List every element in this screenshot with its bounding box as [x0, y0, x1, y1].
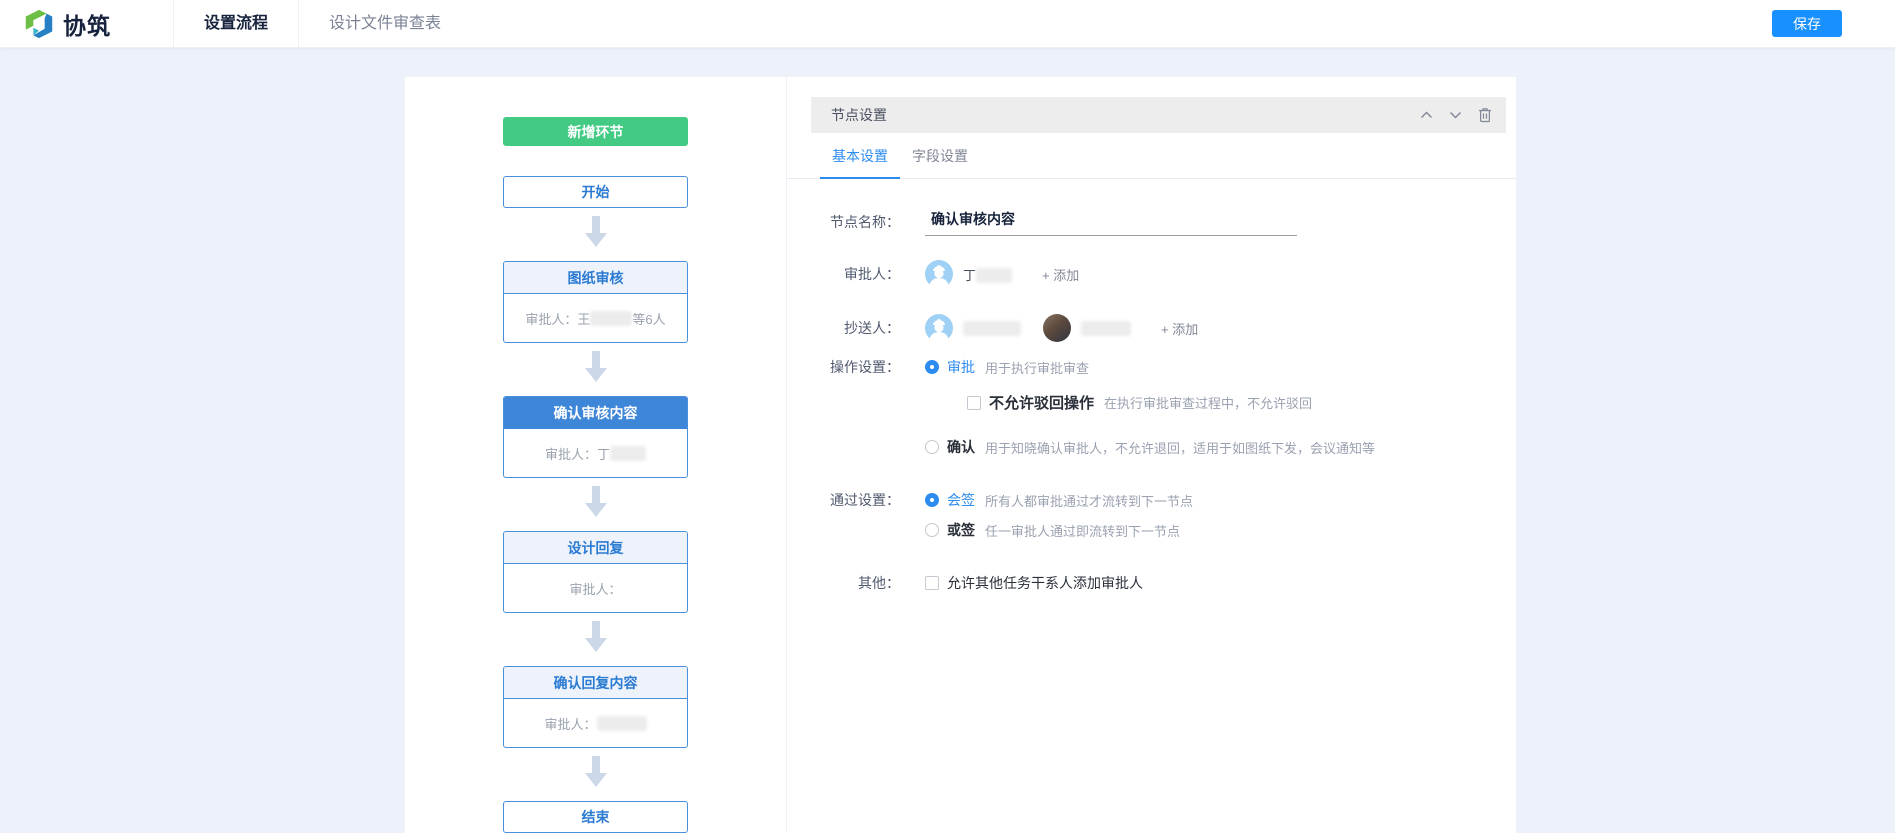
checkbox-no-reject-label[interactable]: 不允许驳回操作: [989, 392, 1094, 413]
node-settings-panel: 节点设置 基本设置 字段设置: [787, 77, 1516, 833]
flow-node-approver: 审批人：: [504, 699, 687, 747]
redacted-name: [976, 268, 1012, 283]
radio-approve-hint: 用于执行审批审查: [985, 358, 1089, 377]
flow-node-confirm-review[interactable]: 确认审核内容 审批人：丁: [503, 396, 688, 478]
radio-any-sign-label[interactable]: 或签: [947, 520, 975, 540]
redacted-name: [1081, 321, 1131, 336]
radio-all-sign-hint: 所有人都审批通过才流转到下一节点: [985, 491, 1193, 510]
operation-approve-row: 操作设置： 审批 用于执行审批审查: [787, 357, 1089, 377]
radio-all-sign[interactable]: [925, 493, 939, 507]
checkbox-no-reject-hint: 在执行审批审查过程中，不允许驳回: [1104, 393, 1312, 412]
approver-row: 审批人： 丁 + 添加: [787, 260, 1079, 288]
radio-approve-label[interactable]: 审批: [947, 357, 975, 377]
flow-arrow-down-icon: [585, 486, 607, 523]
cc-name: [1081, 321, 1131, 336]
cc-avatar[interactable]: [925, 314, 953, 342]
approver-avatar[interactable]: [925, 260, 953, 288]
operation-label: 操作设置：: [787, 357, 900, 377]
checkbox-allow-add-approver[interactable]: [925, 576, 939, 590]
cc-name: [963, 321, 1021, 336]
app-logo[interactable]: 协筑: [0, 0, 173, 47]
tab-field-settings[interactable]: 字段设置: [900, 133, 980, 178]
cc-avatar-photo[interactable]: [1043, 314, 1071, 342]
flow-node-approver: 审批人：王等6人: [504, 294, 687, 342]
flowchart-panel: 新增环节 开始 图纸审核 审批人：王等6人 确认审核内容 审批人：丁 设计回复 …: [405, 77, 786, 833]
approver-label: 审批人：: [787, 264, 900, 284]
flow-node-design-reply[interactable]: 设计回复 审批人：: [503, 531, 688, 613]
flow-node-drawing-review[interactable]: 图纸审核 审批人：王等6人: [503, 261, 688, 343]
checkbox-no-reject[interactable]: [967, 396, 981, 410]
pass-allsign-row: 通过设置： 会签 所有人都审批通过才流转到下一节点: [787, 490, 1193, 510]
no-reject-row: 不允许驳回操作 在执行审批审查过程中，不允许驳回: [787, 392, 1312, 413]
flow-arrow-down-icon: [585, 756, 607, 793]
operation-confirm-row: 确认 用于知晓确认审批人，不允许退回，适用于如图纸下发，会议通知等: [787, 437, 1375, 457]
flow-node-confirm-reply[interactable]: 确认回复内容 审批人：: [503, 666, 688, 748]
approver-name: 丁: [963, 265, 1012, 284]
radio-approve[interactable]: [925, 360, 939, 374]
basic-settings-form: 节点名称： 审批人：: [787, 179, 1516, 789]
radio-any-sign[interactable]: [925, 523, 939, 537]
panel-header-actions: [1420, 107, 1492, 123]
pass-anysign-row: 或签 任一审批人通过即流转到下一节点: [787, 520, 1180, 540]
flow-node-title: 确认回复内容: [504, 667, 687, 699]
flow-node-approver: 审批人：丁: [504, 429, 687, 477]
save-button[interactable]: 保存: [1772, 10, 1842, 37]
page: 协筑 设置流程 设计文件审查表 保存 新增环节 开始 图纸审核 审批人：王等6人…: [0, 0, 1895, 833]
radio-confirm-hint: 用于知晓确认审批人，不允许退回，适用于如图纸下发，会议通知等: [985, 438, 1375, 457]
node-name-label: 节点名称：: [787, 212, 900, 232]
flow-node-end[interactable]: 结束: [503, 801, 688, 833]
other-row: 其他： 允许其他任务干系人添加审批人: [787, 573, 1143, 593]
node-name-input[interactable]: [925, 208, 1297, 236]
node-settings-header: 节点设置: [811, 97, 1506, 133]
redacted-name: [610, 446, 646, 461]
flow-node-title: 确认审核内容: [504, 397, 687, 429]
other-label: 其他：: [787, 573, 900, 593]
navbar: 协筑 设置流程 设计文件审查表 保存: [0, 0, 1895, 48]
radio-confirm-label[interactable]: 确认: [947, 437, 975, 457]
redacted-name: [590, 311, 632, 326]
app-logo-text: 协筑: [63, 7, 111, 41]
radio-any-sign-hint: 任一审批人通过即流转到下一节点: [985, 521, 1180, 540]
node-name-row: 节点名称：: [787, 208, 1297, 236]
cc-row: 抄送人： + 添加: [787, 314, 1198, 342]
flow-node-title: 设计回复: [504, 532, 687, 564]
add-step-button[interactable]: 新增环节: [503, 117, 688, 146]
tab-basic-settings[interactable]: 基本设置: [820, 133, 900, 178]
flow-node-title: 图纸审核: [504, 262, 687, 294]
flow-arrow-down-icon: [585, 216, 607, 253]
cc-label: 抄送人：: [787, 318, 900, 338]
flow-arrow-down-icon: [585, 621, 607, 658]
add-approver-button[interactable]: + 添加: [1042, 265, 1079, 284]
flow-node-start[interactable]: 开始: [503, 176, 688, 208]
radio-all-sign-label[interactable]: 会签: [947, 490, 975, 510]
radio-confirm[interactable]: [925, 440, 939, 454]
flow-arrow-down-icon: [585, 351, 607, 388]
app-logo-icon: [22, 7, 56, 41]
nav-item-set-process[interactable]: 设置流程: [174, 0, 298, 48]
add-cc-button[interactable]: + 添加: [1161, 319, 1198, 338]
redacted-name: [963, 321, 1021, 336]
trash-icon[interactable]: [1478, 107, 1492, 123]
chevron-down-icon[interactable]: [1449, 111, 1462, 119]
nav-item-review-form[interactable]: 设计文件审查表: [299, 0, 471, 48]
flow-node-approver: 审批人：: [504, 564, 687, 612]
settings-tabs: 基本设置 字段设置: [787, 133, 1516, 179]
checkbox-allow-add-approver-label[interactable]: 允许其他任务干系人添加审批人: [947, 573, 1143, 593]
panel-title: 节点设置: [831, 105, 887, 125]
pass-label: 通过设置：: [787, 490, 900, 510]
redacted-name: [597, 716, 647, 731]
chevron-up-icon[interactable]: [1420, 111, 1433, 119]
